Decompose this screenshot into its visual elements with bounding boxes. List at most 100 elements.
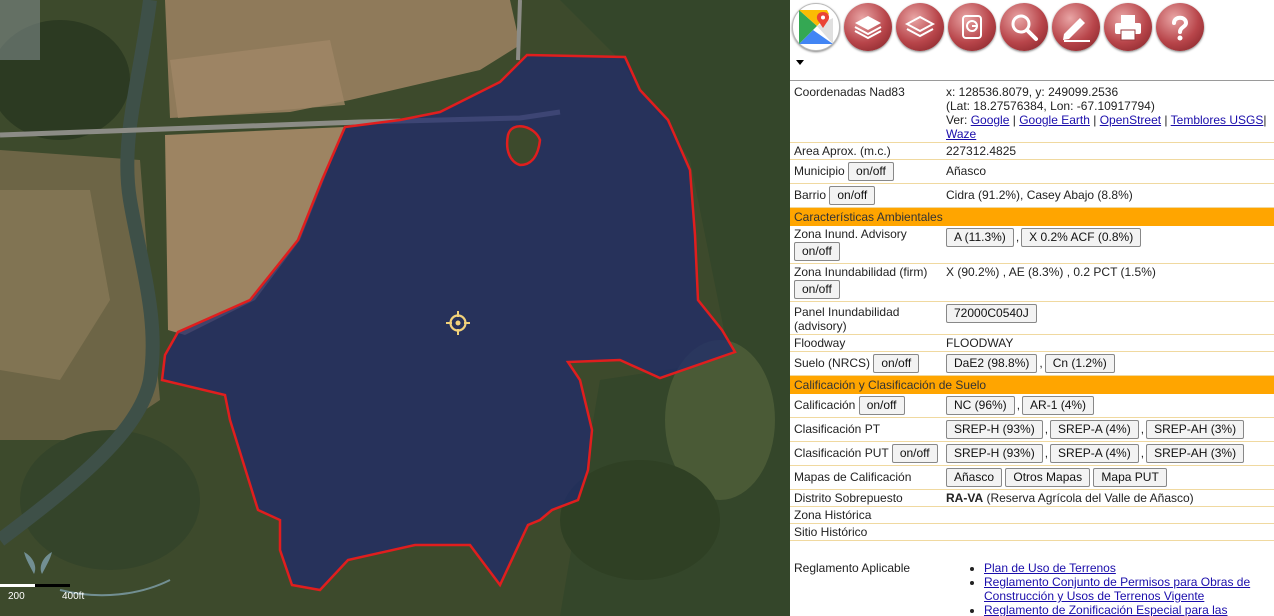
chip-suelo-cn[interactable]: Cn (1.2%)	[1044, 354, 1115, 373]
road	[516, 0, 522, 61]
zona-historica-label: Zona Histórica	[790, 506, 942, 524]
panel-value: 72000C0540J	[942, 301, 1274, 335]
chip-pt-srep-a[interactable]: SREP-A (4%)	[1050, 420, 1139, 439]
coords-latlon: (Lat: 18.27576384, Lon: -67.10917794)	[946, 99, 1155, 113]
calificacion-cell: Calificación on/off	[790, 394, 942, 418]
mapa-anasco-button[interactable]: Añasco	[946, 468, 1003, 487]
mapa-put-button[interactable]: Mapa PUT	[1093, 468, 1167, 487]
sitio-historico-label: Sitio Histórico	[790, 523, 942, 541]
coords-value: x: 128536.8079, y: 249099.2536 (Lat: 18.…	[942, 81, 1274, 143]
link-reglamento-zonificacion[interactable]: Reglamento de Zonificación Especial para…	[984, 603, 1227, 616]
row-reglamento: Reglamento Aplicable Plan de Uso de Terr…	[790, 541, 1274, 616]
mapas-value: Añasco Otros Mapas Mapa PUT	[942, 465, 1274, 490]
zona-advisory-label: Zona Inund. Advisory	[794, 227, 907, 241]
link-temblores-usgs[interactable]: Temblores USGS	[1171, 113, 1264, 127]
chip-advisory-x[interactable]: X 0.2% ACF (0.8%)	[1021, 228, 1142, 247]
draw-edit-button[interactable]	[1052, 3, 1100, 51]
map-view[interactable]: 200 400ft	[0, 0, 790, 616]
link-google[interactable]: Google	[971, 113, 1010, 127]
chip-put-srep-h[interactable]: SREP-H (93%)	[946, 444, 1043, 463]
layers-button[interactable]	[844, 3, 892, 51]
link-plan-uso-terrenos[interactable]: Plan de Uso de Terrenos	[984, 561, 1116, 575]
basemap-layers-button[interactable]	[896, 3, 944, 51]
chip-put-srep-a[interactable]: SREP-A (4%)	[1050, 444, 1139, 463]
map-canvas[interactable]: 200 400ft	[0, 0, 790, 616]
chip-panel[interactable]: 72000C0540J	[946, 304, 1037, 323]
coords-links: Ver: Google | Google Earth | OpenStreet …	[946, 113, 1267, 141]
clas-put-value: SREP-H (93%), SREP-A (4%), SREP-AH (3%)	[942, 441, 1274, 466]
scale-label-200: 200	[8, 591, 25, 602]
zona-advisory-value: A (11.3%), X 0.2% ACF (0.8%)	[942, 226, 1274, 264]
section-calificacion-clasificacion: Calificación y Clasificación de Suelo	[790, 375, 1274, 394]
row-clasificacion-pt: Clasificación PT SREP-H (93%), SREP-A (4%…	[790, 417, 1274, 442]
barrio-value: Cidra (91.2%), Casey Abajo (8.8%)	[942, 183, 1274, 208]
barrio-toggle-button[interactable]: on/off	[829, 186, 876, 205]
municipio-value: Añasco	[942, 159, 1274, 184]
link-google-earth[interactable]: Google Earth	[1019, 113, 1090, 127]
layers-icon	[854, 16, 882, 40]
row-sitio-historico: Sitio Histórico	[790, 523, 1274, 541]
row-panel-inundabilidad: Panel Inundabilidad (advisory) 72000C054…	[790, 301, 1274, 335]
row-floodway: Floodway FLOODWAY	[790, 334, 1274, 352]
calificacion-value: NC (96%), AR-1 (4%)	[942, 394, 1274, 418]
gps-button[interactable]	[948, 3, 996, 51]
suelo-toggle-button[interactable]: on/off	[873, 354, 920, 373]
zona-advisory-toggle-button[interactable]: on/off	[794, 242, 840, 261]
panel-collapse-toggle[interactable]	[790, 54, 1274, 81]
chip-pt-srep-h[interactable]: SREP-H (93%)	[946, 420, 1043, 439]
list-item: Plan de Uso de Terrenos	[984, 561, 1270, 575]
google-maps-button[interactable]	[792, 3, 840, 51]
municipio-toggle-button[interactable]: on/off	[848, 162, 894, 181]
coords-label: Coordenadas Nad83	[790, 81, 942, 143]
link-waze[interactable]: Waze	[946, 127, 976, 141]
draw-edit-icon	[1063, 18, 1090, 42]
help-button[interactable]	[1156, 3, 1204, 51]
calificacion-toggle-button[interactable]: on/off	[858, 396, 905, 415]
chip-suelo-dae2[interactable]: DaE2 (98.8%)	[946, 354, 1038, 373]
area-label: Area Aprox. (m.c.)	[790, 142, 942, 160]
caret-down-icon	[796, 60, 804, 65]
section-calif-title: Calificación y Clasificación de Suelo	[790, 375, 1274, 394]
print-icon	[1115, 15, 1141, 41]
chip-pt-srep-ah[interactable]: SREP-AH (3%)	[1146, 420, 1245, 439]
search-button[interactable]	[1000, 3, 1048, 51]
municipio-cell: Municipio on/off	[790, 159, 942, 184]
barrio-label: Barrio	[794, 188, 827, 202]
row-barrio: Barrio on/off Cidra (91.2%), Casey Abajo…	[790, 183, 1274, 208]
row-municipio: Municipio on/off Añasco	[790, 159, 1274, 184]
clas-put-toggle-button[interactable]: on/off	[891, 444, 938, 463]
municipio-label: Municipio	[794, 164, 845, 178]
mapas-label: Mapas de Calificación	[790, 465, 942, 490]
suelo-label: Suelo (NRCS)	[794, 356, 871, 370]
row-area: Area Aprox. (m.c.) 227312.4825	[790, 142, 1274, 160]
list-item: Reglamento Conjunto de Permisos para Obr…	[984, 575, 1270, 603]
clas-put-cell: Clasificación PUT on/off	[790, 441, 942, 466]
chip-advisory-a[interactable]: A (11.3%)	[946, 228, 1014, 247]
chip-put-srep-ah[interactable]: SREP-AH (3%)	[1146, 444, 1245, 463]
section-caracteristicas-ambientales: Características Ambientales	[790, 207, 1274, 226]
row-zona-firm: Zona Inundabilidad (firm) on/off X (90.2…	[790, 263, 1274, 302]
row-suelo: Suelo (NRCS) on/off DaE2 (98.8%), Cn (1.2…	[790, 351, 1274, 376]
print-button[interactable]	[1104, 3, 1152, 51]
scale-label-400ft: 400ft	[62, 591, 84, 602]
clas-pt-value: SREP-H (93%), SREP-A (4%), SREP-AH (3%)	[942, 417, 1274, 442]
row-calificacion: Calificación on/off NC (96%), AR-1 (4%)	[790, 394, 1274, 418]
row-zona-historica: Zona Histórica	[790, 506, 1274, 524]
row-clasificacion-put: Clasificación PUT on/off SREP-H (93%), SR…	[790, 441, 1274, 466]
search-icon	[1011, 14, 1038, 41]
info-panel: Coordenadas Nad83 x: 128536.8079, y: 249…	[790, 0, 1274, 616]
gps-icon	[962, 15, 982, 39]
reglamento-list: Plan de Uso de Terrenos Reglamento Conju…	[946, 561, 1270, 616]
zona-firm-toggle-button[interactable]: on/off	[794, 280, 840, 299]
link-openstreet[interactable]: OpenStreet	[1100, 113, 1161, 127]
floodway-label: Floodway	[790, 334, 942, 352]
distrito-label: Distrito Sobrepuesto	[790, 489, 942, 507]
clas-put-label: Clasificación PUT	[794, 446, 889, 460]
link-reglamento-conjunto[interactable]: Reglamento Conjunto de Permisos para Obr…	[984, 575, 1250, 603]
otros-mapas-button[interactable]: Otros Mapas	[1005, 468, 1091, 487]
barrio-cell: Barrio on/off	[790, 183, 942, 208]
chip-calif-ar1[interactable]: AR-1 (4%)	[1022, 396, 1095, 415]
coords-xy: x: 128536.8079, y: 249099.2536	[946, 85, 1119, 99]
area-value: 227312.4825	[942, 142, 1274, 160]
chip-calif-nc[interactable]: NC (96%)	[946, 396, 1015, 415]
